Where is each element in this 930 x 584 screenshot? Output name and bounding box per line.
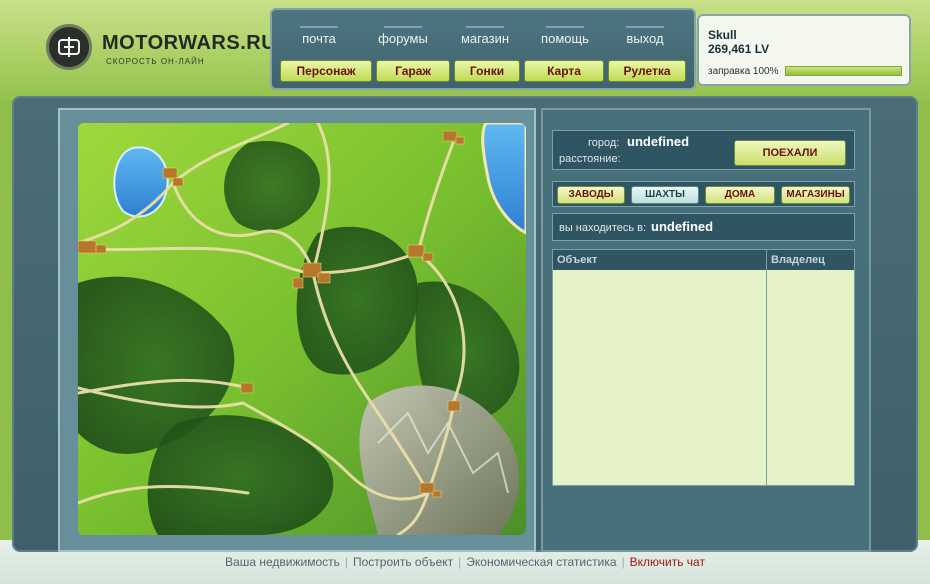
- category-factories-button[interactable]: ЗАВОДЫ: [557, 186, 625, 204]
- link-separator: [546, 26, 584, 28]
- location-label: вы находитесь в:: [559, 222, 647, 234]
- link-label: почта: [302, 31, 336, 46]
- logo-text: MOTORWARS.RU: [102, 32, 277, 54]
- city-label: город:: [588, 137, 620, 149]
- nav-garage-button[interactable]: Гараж: [376, 60, 450, 82]
- world-map[interactable]: [78, 123, 526, 535]
- column-header-object[interactable]: Объект: [553, 250, 766, 270]
- link-separator: [384, 26, 422, 28]
- footer-link-my-property[interactable]: Ваша недвижимость: [225, 555, 340, 569]
- fuel-progress-bar: [785, 66, 902, 76]
- logo-emblem-icon: [46, 24, 92, 70]
- link-label: магазин: [460, 31, 510, 46]
- footer-separator: |: [344, 555, 348, 569]
- distance-label: расстояние:: [559, 153, 621, 165]
- location-value: undefined: [651, 219, 714, 234]
- user-name: Skull: [708, 28, 737, 42]
- user-panel: Skull 269,461 LV заправка 100%: [697, 14, 911, 86]
- footer-link-build-object[interactable]: Построить объект: [353, 555, 453, 569]
- footer-separator: |: [621, 555, 625, 569]
- link-shop[interactable]: магазин: [450, 24, 520, 46]
- footer-link-enable-chat[interactable]: Включить чат: [630, 555, 705, 569]
- column-divider: [766, 250, 767, 485]
- link-mail[interactable]: почта: [284, 24, 354, 46]
- objects-table: Объект Владелец: [552, 249, 855, 486]
- footer-links: Ваша недвижимость | Построить объект | Эконо…: [0, 555, 930, 573]
- column-header-owner[interactable]: Владелец: [767, 250, 854, 270]
- city-value: undefined: [627, 134, 690, 149]
- logo-tagline: СКОРОСТЬ ОН-ЛАЙН: [106, 57, 205, 66]
- map-graphic: [78, 123, 526, 535]
- link-separator: [466, 26, 504, 28]
- category-mines-button[interactable]: ШАХТЫ: [631, 186, 699, 204]
- nav-roulette-button[interactable]: Рулетка: [608, 60, 686, 82]
- category-shops-button[interactable]: МАГАЗИНЫ: [781, 186, 850, 204]
- link-label: помощь: [541, 31, 589, 46]
- nav-map-button[interactable]: Карта: [524, 60, 604, 82]
- go-button[interactable]: ПОЕХАЛИ: [734, 140, 846, 166]
- link-forums[interactable]: форумы: [368, 24, 438, 46]
- link-separator: [626, 26, 664, 28]
- location-box: вы находитесь в: undefined: [552, 213, 855, 241]
- footer-separator: |: [458, 555, 462, 569]
- fuel-label: заправка 100%: [708, 66, 779, 77]
- link-help[interactable]: помощь: [530, 24, 600, 46]
- site-logo[interactable]: MOTORWARS.RU СКОРОСТЬ ОН-ЛАЙН: [46, 24, 276, 74]
- user-balance: 269,461 LV: [708, 42, 770, 56]
- link-separator: [300, 26, 338, 28]
- link-logout[interactable]: выход: [610, 24, 680, 46]
- footer-link-economic-stats[interactable]: Экономическая статистика: [466, 555, 616, 569]
- nav-character-button[interactable]: Персонаж: [280, 60, 372, 82]
- fuel-progress-fill: [786, 67, 901, 75]
- link-label: форумы: [378, 31, 428, 46]
- top-navigation: почта форумы магазин помощь выход Персон…: [270, 8, 696, 90]
- category-houses-button[interactable]: ДОМА: [705, 186, 775, 204]
- nav-races-button[interactable]: Гонки: [454, 60, 520, 82]
- category-bar: ЗАВОДЫ ШАХТЫ ДОМА МАГАЗИНЫ: [552, 181, 855, 207]
- link-label: выход: [626, 31, 664, 46]
